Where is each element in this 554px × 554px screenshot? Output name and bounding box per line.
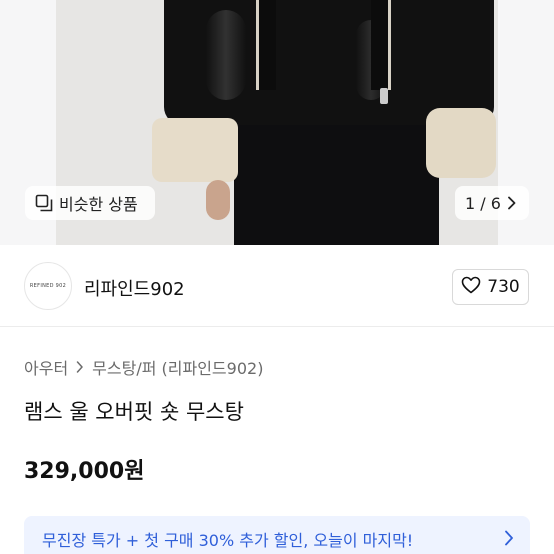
seller-name[interactable]: 리파인드902 [84,275,185,301]
breadcrumb-subcategory[interactable]: 무스탕/퍼 (리파인드902) [92,355,263,379]
similar-items-icon [35,194,53,212]
divider [0,326,554,327]
similar-items-button[interactable]: 비슷한 상품 [25,186,155,220]
product-title: 램스 울 오버핏 숏 무스탕 [24,400,244,424]
chevron-right-icon [76,361,84,373]
like-count: 730 [487,277,520,297]
chevron-right-icon[interactable] [507,196,517,210]
seller-logo-text: REFINED 902 [29,283,67,289]
similar-items-label: 비슷한 상품 [59,195,138,214]
photo-zipper [380,88,388,104]
photo-shearling-cuff [426,108,496,178]
image-pager-count: 1 / 6 [465,193,501,213]
photo-jacket-edge [256,0,276,90]
photo-hand [206,180,230,220]
photo-shine [206,10,246,100]
like-button[interactable]: 730 [452,269,529,305]
promo-text: 무진장 특가 + 첫 구매 30% 추가 할인, 오늘이 마지막! [42,531,414,550]
breadcrumb-category[interactable]: 아우터 [24,355,68,379]
photo-jacket-edge [371,0,391,90]
photo-shearling-cuff [152,118,238,182]
promo-banner[interactable]: 무진장 특가 + 첫 구매 30% 추가 할인, 오늘이 마지막! [24,516,530,554]
photo-pants [234,118,439,245]
seller-row: REFINED 902 리파인드902 730 [0,262,554,312]
chevron-right-icon [504,530,514,550]
heart-icon [461,276,487,299]
seller-logo[interactable]: REFINED 902 [24,262,72,310]
breadcrumb: 아우터 무스탕/퍼 (리파인드902) [24,355,263,379]
product-image-gallery[interactable]: 비슷한 상품 1 / 6 [0,0,554,245]
product-price: 329,000원 [24,459,145,484]
image-pager[interactable]: 1 / 6 [455,186,529,220]
